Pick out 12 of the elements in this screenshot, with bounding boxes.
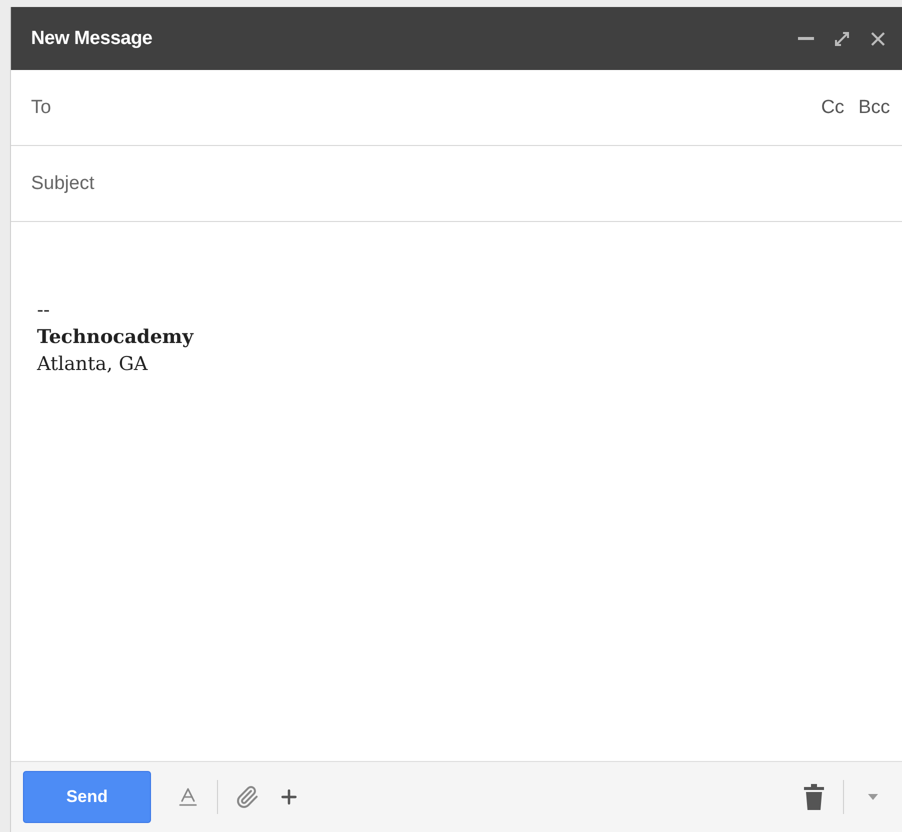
minimize-icon	[798, 36, 814, 40]
window-title: New Message	[31, 28, 154, 50]
trash-icon	[804, 784, 824, 810]
signature-separator: --	[37, 298, 50, 323]
paperclip-icon	[235, 785, 259, 809]
recipient-link[interactable]: Bcc	[858, 96, 890, 118]
signature-location: Atlanta, GA	[37, 352, 148, 377]
recipient-link[interactable]: Cc	[821, 96, 844, 118]
signature-name: Technocademy	[37, 325, 194, 350]
expand-icon	[833, 30, 851, 48]
close-icon	[870, 30, 886, 46]
caret-icon	[868, 794, 878, 800]
